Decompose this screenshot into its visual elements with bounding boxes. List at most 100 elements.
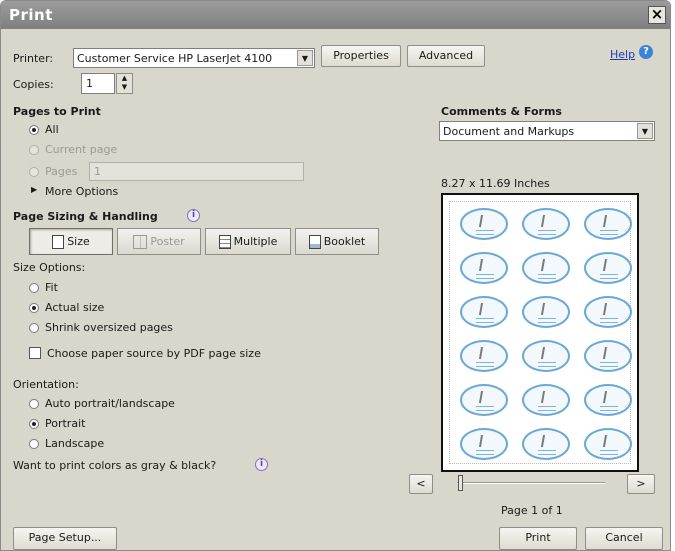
landscape-radio[interactable] xyxy=(29,439,39,449)
label-text-line xyxy=(476,322,494,323)
label-thumbnail xyxy=(460,208,508,240)
label-text-line xyxy=(600,366,618,367)
portrait-radio[interactable] xyxy=(29,419,39,429)
label-text-line xyxy=(538,362,556,363)
chevron-down-icon[interactable]: ▼ xyxy=(297,50,313,66)
actual-size-radio[interactable] xyxy=(29,303,39,313)
label-thumbnail xyxy=(584,428,632,460)
label-text-line xyxy=(600,406,618,407)
pages-range-radio[interactable] xyxy=(29,167,39,177)
copies-input[interactable]: 1 xyxy=(81,73,115,94)
label-text-line xyxy=(538,318,556,319)
current-page-label: Current page xyxy=(45,143,118,156)
printer-label: Printer: xyxy=(13,52,54,65)
label-text-line xyxy=(600,234,618,235)
label-thumbnail xyxy=(522,340,570,372)
label-thumbnail xyxy=(584,340,632,372)
auto-orientation-label: Auto portrait/landscape xyxy=(45,397,175,410)
label-thumbnail xyxy=(522,252,570,284)
portrait-label: Portrait xyxy=(45,417,86,430)
fit-label: Fit xyxy=(45,281,58,294)
help-link[interactable]: Help xyxy=(610,48,635,61)
label-text-line xyxy=(538,278,556,279)
more-options-toggle[interactable]: More Options xyxy=(45,185,118,198)
tree-icon xyxy=(540,215,554,227)
tree-icon xyxy=(602,303,616,315)
label-text-line xyxy=(538,366,556,367)
tab-poster-label: Poster xyxy=(150,235,185,248)
tree-icon xyxy=(602,259,616,271)
tab-size[interactable]: Size xyxy=(29,228,113,255)
pages-range-value: 1 xyxy=(94,165,101,178)
cancel-button[interactable]: Cancel xyxy=(585,527,663,550)
page-sizing-heading: Page Sizing & Handling xyxy=(13,210,158,223)
printer-selected-value: Customer Service HP LaserJet 4100 xyxy=(77,52,273,65)
shrink-radio[interactable] xyxy=(29,323,39,333)
current-page-radio[interactable] xyxy=(29,145,39,155)
tree-icon xyxy=(478,347,492,359)
properties-button[interactable]: Properties xyxy=(321,45,401,67)
tree-icon xyxy=(602,435,616,447)
label-thumbnail xyxy=(522,384,570,416)
gray-question-label: Want to print colors as gray & black? xyxy=(13,459,217,472)
label-text-line xyxy=(600,278,618,279)
tab-multiple[interactable]: Multiple xyxy=(205,228,291,255)
label-text-line xyxy=(538,454,556,455)
label-text-line xyxy=(476,234,494,235)
label-thumbnail xyxy=(522,208,570,240)
label-text-line xyxy=(476,274,494,275)
page-slider-thumb[interactable] xyxy=(458,475,463,491)
label-thumbnail xyxy=(460,384,508,416)
label-thumbnail xyxy=(584,252,632,284)
close-button[interactable]: × xyxy=(648,6,666,24)
label-text-line xyxy=(476,230,494,231)
all-pages-radio[interactable] xyxy=(29,125,39,135)
paper-source-label: Choose paper source by PDF page size xyxy=(47,347,261,360)
label-text-line xyxy=(538,322,556,323)
orientation-label: Orientation: xyxy=(13,378,79,391)
label-thumbnail xyxy=(460,340,508,372)
page-size-icon xyxy=(52,235,65,249)
label-text-line xyxy=(538,450,556,451)
pages-range-input[interactable]: 1 xyxy=(89,162,304,181)
tree-icon xyxy=(602,391,616,403)
dialog-title: Print xyxy=(9,6,53,24)
info-icon[interactable]: i xyxy=(255,458,268,471)
tree-icon xyxy=(540,303,554,315)
copies-label: Copies: xyxy=(13,78,54,91)
fit-radio[interactable] xyxy=(29,283,39,293)
auto-orientation-radio[interactable] xyxy=(29,399,39,409)
label-text-line xyxy=(538,234,556,235)
page-slider-track[interactable] xyxy=(457,482,605,484)
advanced-button[interactable]: Advanced xyxy=(407,45,485,67)
label-thumbnail xyxy=(584,384,632,416)
expand-triangle-icon[interactable]: ▶ xyxy=(31,185,37,194)
tree-icon xyxy=(540,435,554,447)
label-thumbnail xyxy=(584,208,632,240)
tab-booklet[interactable]: Booklet xyxy=(295,228,379,255)
label-text-line xyxy=(538,406,556,407)
tab-booklet-label: Booklet xyxy=(323,235,366,248)
info-icon[interactable]: i xyxy=(187,209,200,222)
tree-icon xyxy=(478,303,492,315)
tree-icon xyxy=(540,347,554,359)
tree-icon xyxy=(478,215,492,227)
label-text-line xyxy=(476,454,494,455)
prev-page-button[interactable]: < xyxy=(409,474,433,494)
page-setup-button[interactable]: Page Setup... xyxy=(13,527,117,550)
comments-forms-selected-value: Document and Markups xyxy=(443,125,575,138)
next-page-button[interactable]: > xyxy=(627,474,655,494)
copies-stepper[interactable]: ▲ ▼ xyxy=(116,73,133,94)
paper-source-checkbox[interactable] xyxy=(29,347,41,359)
chevron-down-icon[interactable]: ▼ xyxy=(637,123,653,139)
print-button[interactable]: Print xyxy=(499,527,577,550)
label-text-line xyxy=(476,410,494,411)
comments-forms-select[interactable]: Document and Markups ▼ xyxy=(439,121,655,141)
tab-size-label: Size xyxy=(67,235,90,248)
all-pages-label: All xyxy=(45,123,59,136)
label-text-line xyxy=(476,450,494,451)
tab-poster[interactable]: Poster xyxy=(117,228,201,255)
help-icon[interactable]: ? xyxy=(639,45,653,59)
label-thumbnail xyxy=(584,296,632,328)
printer-select[interactable]: Customer Service HP LaserJet 4100 ▼ xyxy=(73,48,315,68)
